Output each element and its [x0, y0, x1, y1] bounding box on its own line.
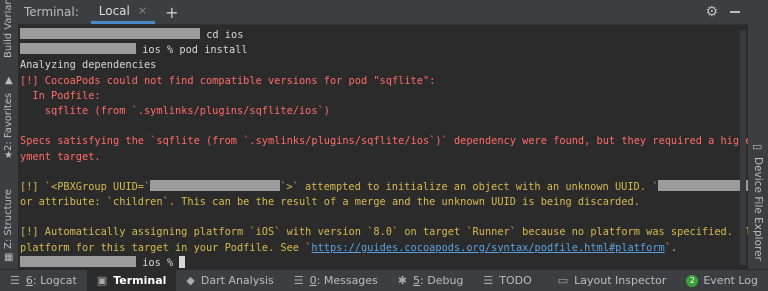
bottom-tool-bar: ☰ 6: Logcat ▣ Terminal ◆ Dart Analysis ☰… [0, 269, 768, 291]
terminal-output[interactable]: cd ios ios % pod install Analyzing depen… [18, 25, 748, 270]
warning-text: platform for this target in your Podfile… [20, 241, 312, 254]
layout-inspector-icon: ▭ [557, 274, 569, 287]
terminal-header: Terminal: Local × + ⚙ [18, 0, 748, 25]
terminal-line: platform for this target in your Podfile… [20, 241, 748, 256]
list-icon: ☰ [10, 274, 20, 287]
terminal-tab[interactable]: ▣ Terminal [86, 270, 177, 291]
gear-icon[interactable]: ⚙ [705, 4, 718, 20]
minimize-icon[interactable] [730, 11, 740, 13]
build-variants-label: Build Variants [3, 0, 14, 58]
todo-icon: ☰ [483, 274, 494, 287]
terminal-prompt-line: ios % [20, 255, 748, 270]
messages-icon: ☰ [293, 274, 304, 287]
messages-number: 0 [309, 274, 317, 287]
left-tool-strip: Build Variants ▲ 2: Favorites ★ Z: Struc… [0, 0, 19, 270]
terminal-line: Specs satisfying the `sqflite (from `.sy… [20, 135, 748, 148]
device-file-explorer-tab[interactable]: Device File Explorer [752, 155, 766, 265]
event-log-tab[interactable]: 2 Event Log [676, 270, 768, 291]
event-log-label: Event Log [703, 274, 758, 287]
layout-inspector-label: Layout Inspector [574, 274, 667, 287]
terminal-line: yment target. [20, 150, 101, 163]
close-icon[interactable]: × [138, 4, 147, 17]
warning-text: [!] `<PBXGroup UUID=` [20, 180, 151, 193]
terminal-line: cd ios [20, 28, 748, 43]
dart-analysis-tab[interactable]: ◆ Dart Analysis [176, 270, 283, 291]
todo-label: TODO [499, 274, 532, 287]
dart-icon: ◆ [186, 274, 195, 287]
messages-tab[interactable]: ☰ 0: Messages [284, 270, 388, 291]
terminal-line: [!] `<PBXGroup UUID=` `>` attempted to in… [20, 179, 748, 195]
logcat-tab[interactable]: ☰ 6: Logcat [0, 270, 87, 291]
dart-analysis-label: Dart Analysis [200, 274, 274, 287]
prompt-text: ios % [136, 256, 180, 269]
messages-label: : Messages [316, 274, 378, 287]
bug-icon: ✱ [397, 274, 408, 287]
right-tool-strip: ▭ Device File Explorer [747, 0, 768, 270]
todo-tab[interactable]: ☰ TODO [473, 270, 541, 291]
podfile-platform-link[interactable]: https://guides.cocoapods.org/syntax/podf… [311, 242, 664, 254]
terminal-line: Analyzing dependencies [20, 59, 157, 72]
build-variants-tab[interactable]: Build Variants [1, 0, 17, 70]
add-tab-icon[interactable]: + [165, 3, 178, 22]
redacted-path [20, 43, 136, 55]
redacted-uuid [150, 179, 281, 191]
warning-text: `. [664, 241, 678, 254]
debug-label: : Debug [420, 274, 464, 287]
device-file-explorer-icon: ▭ [752, 140, 763, 153]
terminal-line: sqflite (from `.symlinks/plugins/sqflite… [20, 104, 330, 117]
structure-label: Z: Structure [3, 189, 14, 249]
terminal-line: ios % pod install [20, 43, 748, 58]
redacted-uuid [658, 179, 748, 191]
event-count-badge: 2 [686, 274, 699, 287]
redacted-path [20, 255, 136, 267]
logcat-label: : Logcat [32, 274, 77, 287]
command-text: ios % pod install [136, 44, 248, 57]
terminal-line: [!] CocoaPods could not find compatible … [20, 74, 436, 87]
device-file-explorer-label: Device File Explorer [752, 157, 764, 261]
build-variants-icon: ▲ [5, 75, 13, 86]
terminal-tab-label: Terminal [113, 274, 167, 287]
terminal-icon: ▣ [96, 274, 108, 287]
structure-tab[interactable]: Z: Structure [1, 175, 17, 255]
redacted-path [20, 28, 200, 39]
star-icon: ★ [4, 150, 13, 161]
debug-number: 5 [413, 274, 421, 287]
layout-inspector-tab[interactable]: ▭ Layout Inspector [548, 270, 677, 291]
command-text: cd ios [200, 29, 244, 41]
tab-local[interactable]: Local × [90, 0, 156, 24]
favorites-label: 2: Favorites [3, 92, 14, 151]
logcat-number: 6 [25, 274, 33, 287]
terminal-line: or attribute: `children`. This can be th… [20, 196, 640, 209]
structure-icon: ▦ [4, 252, 14, 263]
terminal-line: [!] Automatically assigning platform `iO… [20, 226, 748, 239]
terminal-cursor [179, 255, 186, 268]
debug-tab[interactable]: ✱ 5: Debug [388, 270, 474, 291]
terminal-scrollbar[interactable] [740, 30, 746, 265]
warning-text: `>` attempted to initialize an object wi… [280, 180, 659, 193]
tab-local-label: Local [98, 3, 130, 18]
terminal-line: In Podfile: [20, 89, 101, 102]
terminal-title: Terminal: [24, 5, 79, 19]
